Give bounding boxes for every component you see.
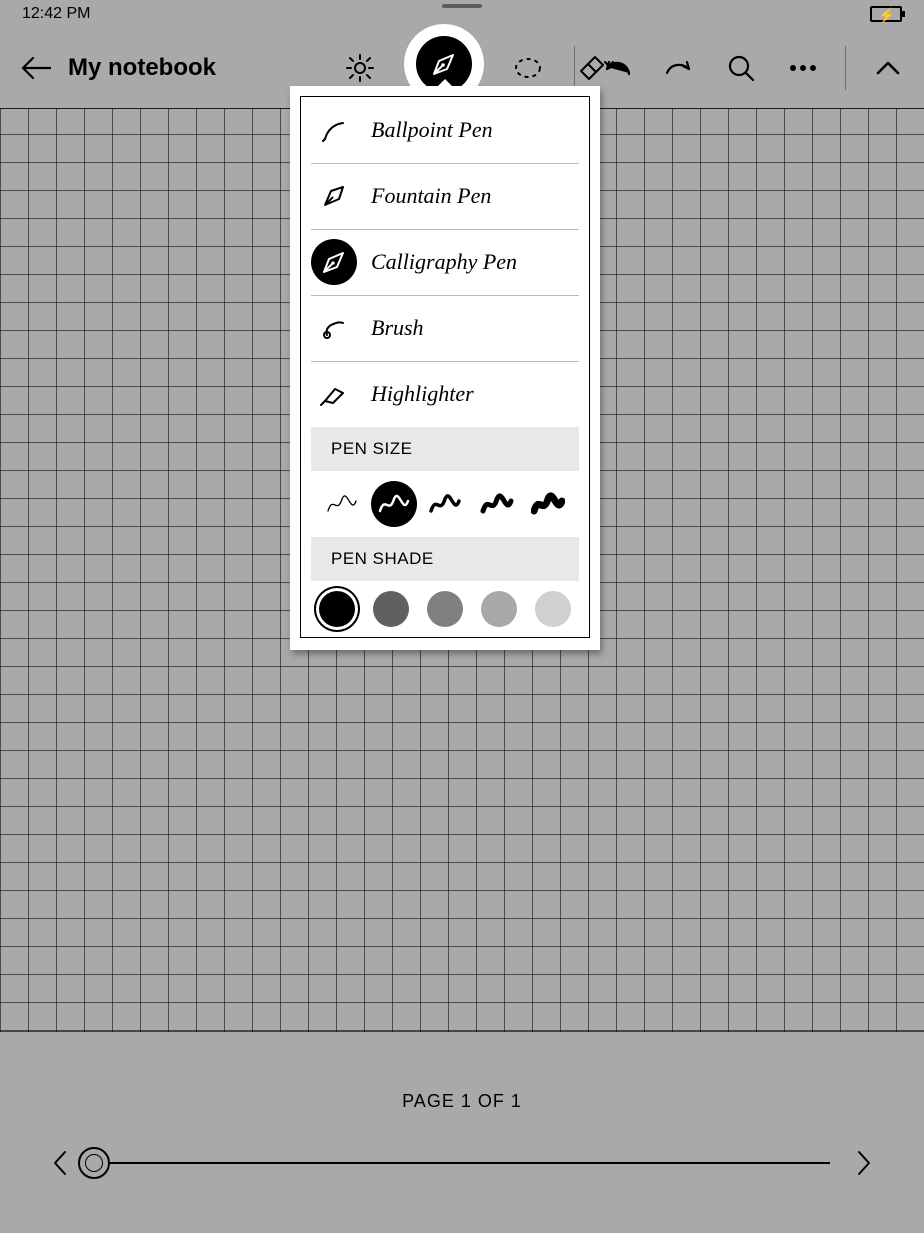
lasso-button[interactable]: [508, 48, 548, 88]
redo-icon: [663, 57, 695, 79]
pen-option-ballpoint-pen[interactable]: Ballpoint Pen: [301, 97, 589, 163]
divider: [574, 46, 575, 90]
pen-size-3[interactable]: [422, 481, 468, 527]
pen-option-label: Highlighter: [371, 381, 474, 407]
search-button[interactable]: [721, 48, 761, 88]
pen-shade-5[interactable]: [535, 591, 571, 627]
pen-option-highlighter[interactable]: Highlighter: [301, 361, 589, 427]
pen-option-icon: [311, 173, 357, 219]
prev-page-button[interactable]: [40, 1143, 80, 1183]
divider: [845, 46, 846, 90]
undo-icon: [601, 57, 633, 79]
pen-size-4[interactable]: [474, 481, 520, 527]
pen-option-icon: [311, 371, 357, 417]
pen-shade-3[interactable]: [427, 591, 463, 627]
pen-option-label: Calligraphy Pen: [371, 249, 517, 275]
pen-option-brush[interactable]: Brush: [301, 295, 589, 361]
pen-nib-icon: [429, 49, 459, 79]
back-button[interactable]: [16, 48, 56, 88]
pen-shade-title: PEN SHADE: [311, 537, 579, 581]
pen-option-calligraphy-pen[interactable]: Calligraphy Pen: [301, 229, 589, 295]
pen-option-label: Ballpoint Pen: [371, 117, 493, 143]
page-indicator: PAGE 1 OF 1: [402, 1091, 522, 1112]
pen-size-1[interactable]: [319, 481, 365, 527]
pen-size-2[interactable]: [371, 481, 417, 527]
slider-handle[interactable]: [78, 1147, 110, 1179]
next-page-button[interactable]: [844, 1143, 884, 1183]
battery-icon: ⚡: [870, 6, 902, 22]
pen-size-title: PEN SIZE: [311, 427, 579, 471]
pen-option-label: Fountain Pen: [371, 183, 491, 209]
pen-shade-1[interactable]: [319, 591, 355, 627]
arrow-left-icon: [21, 56, 51, 80]
brightness-icon: [345, 53, 375, 83]
pen-settings-panel: Ballpoint Pen Fountain Pen Calligraphy P…: [290, 86, 600, 650]
brightness-button[interactable]: [340, 48, 380, 88]
pen-size-5[interactable]: [525, 481, 571, 527]
bottom-bar: PAGE 1 OF 1: [0, 1033, 924, 1233]
notebook-title: My notebook: [68, 54, 216, 82]
more-button[interactable]: [783, 48, 823, 88]
collapse-button[interactable]: [868, 48, 908, 88]
chevron-left-icon: [52, 1150, 68, 1176]
clock: 12:42 PM: [22, 5, 90, 23]
pen-shade-4[interactable]: [481, 591, 517, 627]
chevron-right-icon: [856, 1150, 872, 1176]
redo-button[interactable]: [659, 48, 699, 88]
lasso-icon: [513, 56, 543, 80]
undo-button[interactable]: [597, 48, 637, 88]
pen-option-label: Brush: [371, 315, 424, 341]
pen-shade-2[interactable]: [373, 591, 409, 627]
pen-option-icon: [311, 239, 357, 285]
pen-option-icon: [311, 305, 357, 351]
window-grabber[interactable]: [442, 4, 482, 8]
page-slider[interactable]: [94, 1162, 830, 1164]
pen-option-fountain-pen[interactable]: Fountain Pen: [301, 163, 589, 229]
search-icon: [727, 54, 755, 82]
pen-option-icon: [311, 107, 357, 153]
more-icon: [789, 64, 817, 72]
panel-pointer-icon: [436, 77, 454, 86]
chevron-up-icon: [876, 60, 900, 76]
